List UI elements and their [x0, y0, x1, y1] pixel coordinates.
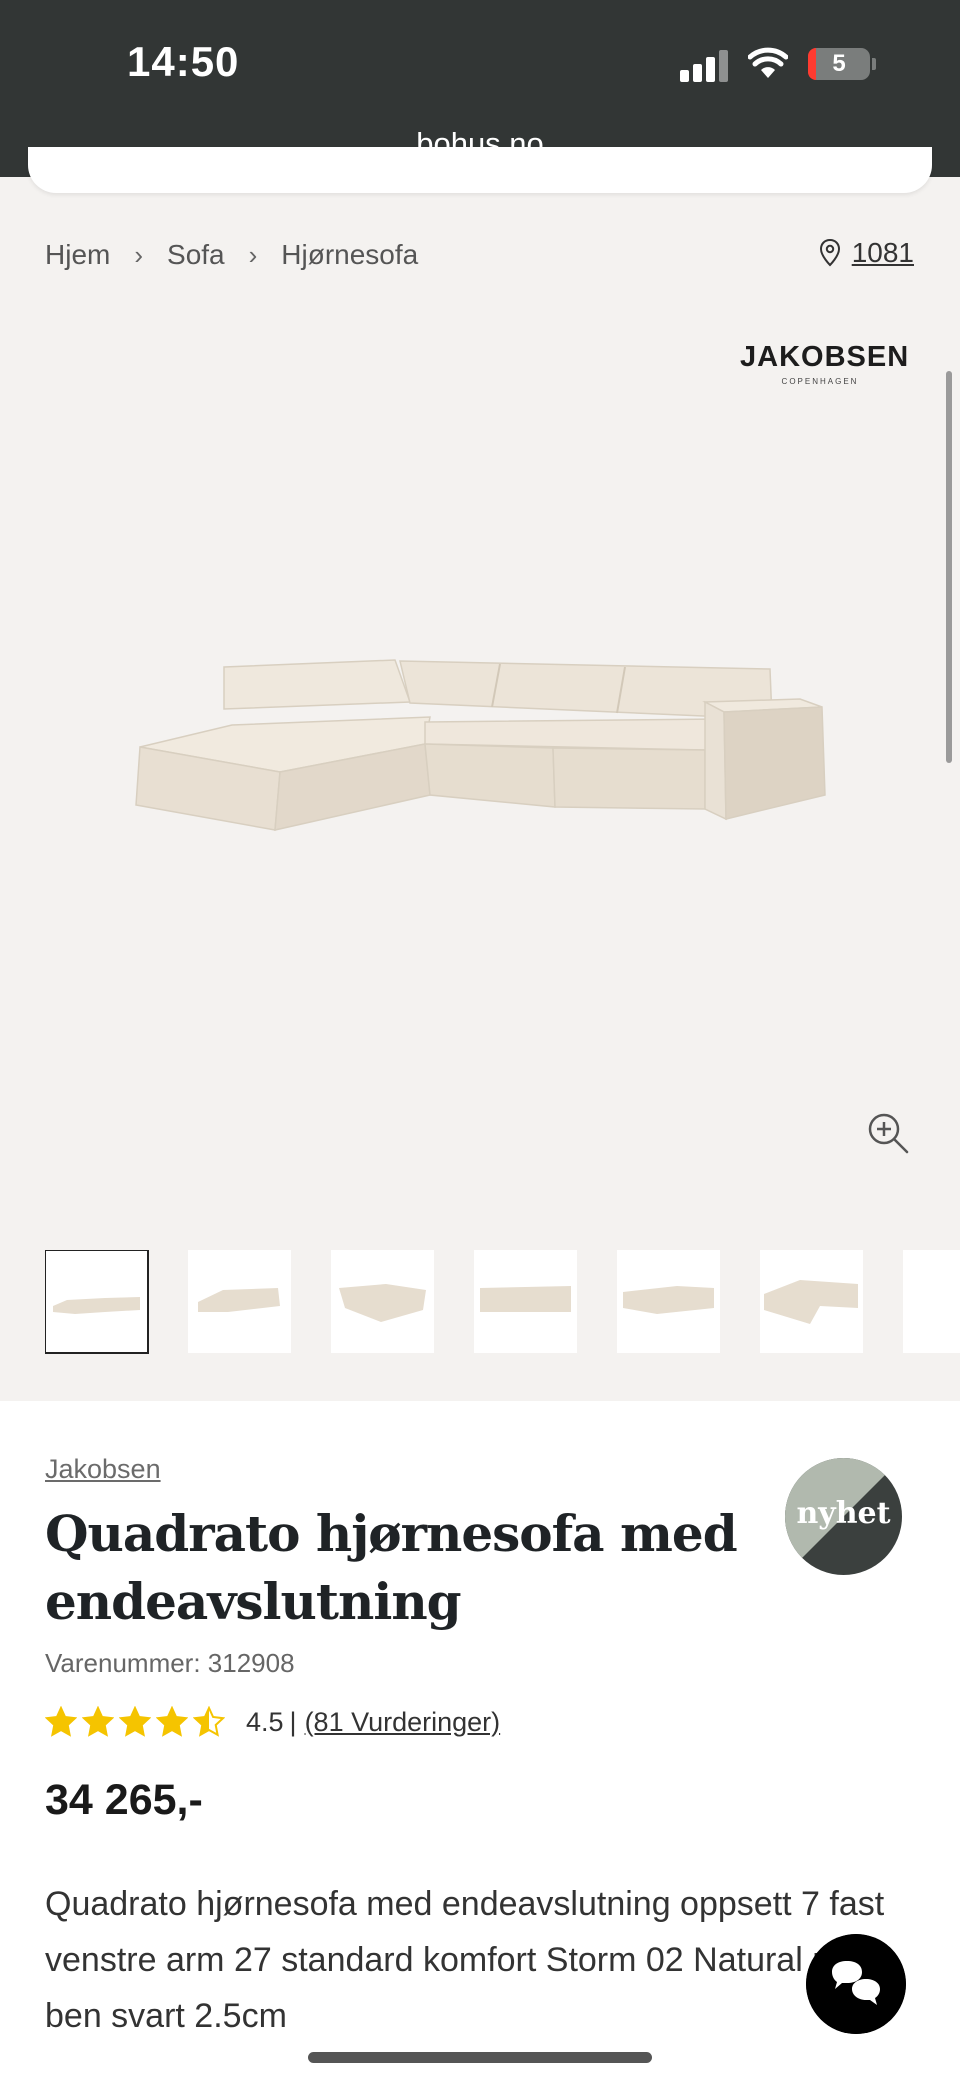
star-icon — [193, 1706, 225, 1737]
brand-logo: JAKOBSEN COPENHAGEN — [740, 341, 910, 386]
rating-separator: | — [289, 1706, 297, 1737]
new-badge: nyhet — [785, 1458, 902, 1575]
product-sku: Varenummer: 312908 — [45, 1648, 295, 1678]
chevron-right-icon: › — [248, 239, 258, 270]
product-image[interactable] — [120, 647, 840, 877]
rating-count-link[interactable]: (81 Vurderinger) — [305, 1707, 501, 1738]
battery-tip — [872, 58, 876, 70]
breadcrumb-corner-sofa[interactable]: Hjørnesofa — [281, 239, 418, 271]
wifi-icon — [748, 47, 788, 78]
star-icon — [45, 1706, 77, 1737]
product-rating: 4.5 | (81 Vurderinger) — [45, 1706, 500, 1738]
brand-link[interactable]: Jakobsen — [45, 1454, 161, 1485]
thumbnail-strip — [45, 1250, 960, 1356]
brand-logo-subtitle: COPENHAGEN — [781, 377, 859, 386]
map-pin-icon — [819, 238, 840, 267]
store-selector[interactable]: 1081 — [818, 237, 914, 269]
thumbnail[interactable] — [903, 1250, 960, 1353]
thumbnail[interactable] — [331, 1250, 434, 1353]
star-icon — [119, 1706, 151, 1737]
zoom-in-icon[interactable] — [866, 1111, 910, 1155]
clock: 14:50 — [127, 38, 240, 85]
thumbnail[interactable] — [45, 1250, 149, 1354]
product-price: 34 265,- — [45, 1776, 203, 1824]
rating-value: 4.5 — [246, 1706, 284, 1737]
breadcrumb: Hjem › Sofa › Hjørnesofa — [45, 239, 418, 271]
product-description: Quadrato hjørnesofa med endeavslutning o… — [45, 1885, 885, 2035]
battery-level: 5 — [832, 50, 846, 77]
rating-stars — [45, 1706, 230, 1738]
battery-icon: 5 — [808, 48, 870, 80]
breadcrumb-sofa[interactable]: Sofa — [167, 239, 225, 271]
thumbnail[interactable] — [188, 1250, 291, 1353]
home-indicator — [308, 2052, 652, 2063]
star-icon — [82, 1706, 114, 1737]
product-title: Quadrato hjørnesofa med endeavslutning — [45, 1504, 738, 1631]
cellular-signal-icon — [680, 48, 730, 82]
store-number[interactable]: 1081 — [852, 237, 914, 269]
scrollbar[interactable] — [946, 371, 952, 763]
star-icon — [156, 1706, 188, 1737]
new-badge-text: nyhet — [796, 1496, 891, 1531]
chat-button[interactable] — [806, 1934, 906, 2034]
brand-logo-name: JAKOBSEN — [740, 341, 910, 373]
breadcrumb-home[interactable]: Hjem — [45, 239, 110, 271]
thumbnail[interactable] — [474, 1250, 577, 1353]
thumbnail[interactable] — [760, 1250, 863, 1353]
product-gallery: Hjem › Sofa › Hjørnesofa 1081 JAKOBSEN C… — [0, 147, 960, 1401]
header-card-edge — [28, 147, 932, 193]
thumbnail[interactable] — [617, 1250, 720, 1353]
chevron-right-icon: › — [134, 239, 144, 270]
